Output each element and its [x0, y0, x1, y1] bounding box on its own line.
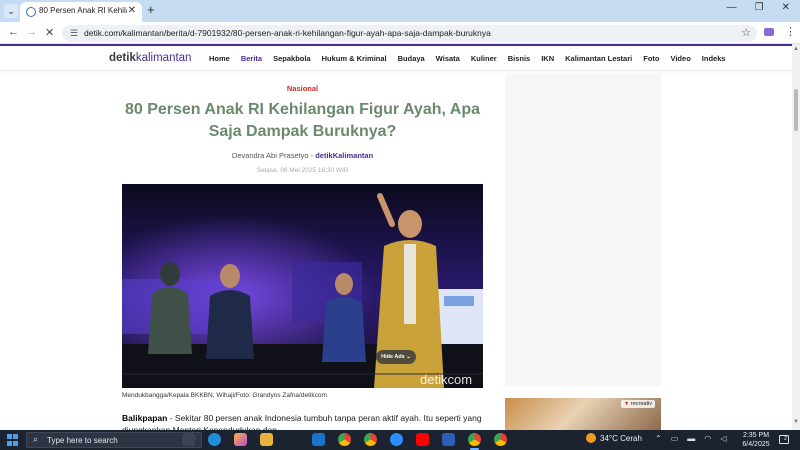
outlook-icon[interactable] — [312, 433, 325, 446]
scroll-down-icon[interactable]: ▼ — [793, 419, 799, 425]
site-header: detikkalimantan Home Berita Sepakbola Hu… — [0, 46, 792, 71]
taskbar-search-placeholder: Type here to search — [47, 436, 118, 445]
nav-berita[interactable]: Berita — [241, 54, 262, 63]
tab-favicon-icon — [26, 7, 36, 17]
article-lead: Balikpapan - Sekitar 80 persen anak Indo… — [122, 412, 483, 430]
forward-arrow-icon[interactable]: → — [26, 26, 37, 38]
nav-foto[interactable]: Foto — [643, 54, 659, 63]
notification-count: 2 — [783, 436, 787, 442]
article-title: 80 Persen Anak RI Kehilangan Figur Ayah,… — [124, 101, 481, 140]
nav-hukum-kriminal[interactable]: Hukum & Kriminal — [322, 54, 387, 63]
chrome-icon[interactable] — [364, 433, 377, 446]
chrome-icon[interactable] — [494, 433, 507, 446]
lead-text: - Sekitar 80 persen anak Indonesia tumbu… — [122, 413, 482, 430]
kebab-icon[interactable]: ⋮ — [785, 25, 796, 38]
nav-budaya[interactable]: Budaya — [398, 54, 425, 63]
image-caption: Mendukbangga/Kepala BKKBN, Wihaji/Foto: … — [122, 392, 327, 399]
article-date: Selasa, 06 Mei 2025 16:30 WIB — [256, 167, 349, 174]
url-text: detik.com/kalimantan/berita/d-7901932/80… — [84, 28, 491, 38]
site-logo[interactable]: detikkalimantan — [109, 52, 191, 64]
tune-icon[interactable]: ☰ — [70, 28, 78, 39]
nav-wisata[interactable]: Wisata — [436, 54, 460, 63]
chrome-icon[interactable] — [468, 433, 481, 450]
web-page: detikkalimantan Home Berita Sepakbola Hu… — [0, 44, 792, 430]
article-hero-image[interactable]: detikcom — [122, 184, 483, 388]
page-scrollbar[interactable]: ▲ ▼ — [792, 44, 800, 430]
windows-start-icon[interactable] — [7, 434, 19, 446]
system-clock[interactable]: 2:35 PM 6/4/2025 — [736, 431, 776, 449]
chevron-down-icon[interactable]: ⌄ — [4, 4, 18, 18]
logo-part-region: kalimantan — [135, 52, 192, 64]
nav-ikn[interactable]: IKN — [541, 54, 554, 63]
windows-taskbar: ⌕ Type here to search ✦ 34°C Cerah ⌃ ▭ ▬… — [0, 430, 800, 450]
sun-icon — [586, 433, 596, 443]
browser-tab[interactable]: 80 Persen Anak RI Kehilangan F ✕ — [20, 2, 142, 22]
lead-dateline: Balikpapan — [122, 413, 168, 423]
taskbar-search-input[interactable]: ⌕ Type here to search ✦ — [26, 432, 202, 448]
nav-video[interactable]: Video — [670, 54, 690, 63]
close-icon[interactable]: ✕ — [128, 5, 136, 16]
ad-banner[interactable]: ▼ recreativ — [505, 398, 661, 430]
chevron-up-icon[interactable]: ⌃ — [655, 434, 662, 443]
edge-icon[interactable] — [208, 433, 221, 446]
hide-ads-label: Hide Ads — [381, 354, 405, 360]
system-tray: ⌃ ▭ ▬ ◠ ◁ — [655, 434, 726, 443]
weather-text: Cerah — [620, 434, 642, 443]
hero-photo-illustration: detikcom — [122, 184, 483, 388]
ad-badge[interactable]: ▼ recreativ — [620, 400, 655, 408]
nav-indeks[interactable]: Indeks — [702, 54, 726, 63]
weather-widget[interactable]: 34°C Cerah — [586, 433, 642, 443]
logo-part-detik: detik — [109, 52, 136, 64]
tab-title: 80 Persen Anak RI Kehilangan F — [39, 6, 127, 15]
article-author[interactable]: Devandra Abi Prasetyo — [232, 151, 309, 160]
scroll-thumb[interactable] — [794, 89, 798, 131]
task-view-icon[interactable] — [182, 433, 195, 446]
search-icon: ⌕ — [33, 434, 39, 444]
window-controls: — ❐ ✕ — [727, 2, 790, 13]
hero-watermark: detikcom — [420, 372, 472, 387]
wifi-icon[interactable]: ◠ — [704, 434, 711, 443]
site-nav: Home Berita Sepakbola Hukum & Kriminal B… — [209, 54, 737, 63]
close-window-icon[interactable]: ✕ — [782, 2, 790, 13]
nav-kuliner[interactable]: Kuliner — [471, 54, 497, 63]
address-bar: ← → ✕ ☰ detik.com/kalimantan/berita/d-79… — [0, 22, 800, 44]
copilot-icon[interactable] — [234, 433, 247, 446]
nav-sepakbola[interactable]: Sepakbola — [273, 54, 311, 63]
ad-badge-label: recreativ — [630, 401, 652, 407]
back-arrow-icon[interactable]: ← — [8, 26, 19, 38]
scroll-up-icon[interactable]: ▲ — [793, 46, 799, 52]
volume-icon[interactable]: ◁ — [720, 434, 726, 443]
article-source[interactable]: detikKalimantan — [315, 151, 373, 160]
star-icon[interactable]: ☆ — [741, 26, 751, 39]
file-explorer-icon[interactable] — [260, 433, 273, 446]
weather-temp: 34°C — [600, 434, 618, 443]
url-input[interactable]: ☰ detik.com/kalimantan/berita/d-7901932/… — [62, 25, 757, 42]
zoom-icon[interactable] — [390, 433, 403, 446]
notification-icon[interactable]: 2 — [779, 435, 789, 444]
youtube-icon[interactable] — [416, 433, 429, 446]
minimize-icon[interactable]: — — [727, 2, 737, 13]
nav-bisnis[interactable]: Bisnis — [508, 54, 531, 63]
battery-icon[interactable]: ▬ — [687, 434, 695, 443]
nav-kalimantan-lestari[interactable]: Kalimantan Lestari — [565, 54, 632, 63]
close-icon[interactable]: ✕ — [45, 26, 54, 39]
ad-sidebar-placeholder[interactable] — [505, 74, 661, 386]
clock-time: 2:35 PM — [742, 432, 770, 439]
tab-strip: ⌄ 80 Persen Anak RI Kehilangan F ✕ + — ❐… — [0, 0, 800, 22]
network-icon[interactable]: ▭ — [671, 434, 679, 443]
new-tab-button[interactable]: + — [147, 3, 155, 17]
clock-date: 6/4/2025 — [742, 441, 770, 448]
nav-home[interactable]: Home — [209, 54, 230, 63]
maximize-icon[interactable]: ❐ — [755, 2, 764, 13]
extension-icon[interactable] — [764, 28, 774, 36]
word-icon[interactable] — [442, 433, 455, 446]
article-byline: Devandra Abi Prasetyo - detikKalimantan — [122, 151, 483, 160]
chrome-icon[interactable] — [338, 433, 351, 446]
hide-ads-button[interactable]: Hide Ads ⌄ — [376, 350, 416, 364]
article-category[interactable]: Nasional — [122, 84, 483, 93]
